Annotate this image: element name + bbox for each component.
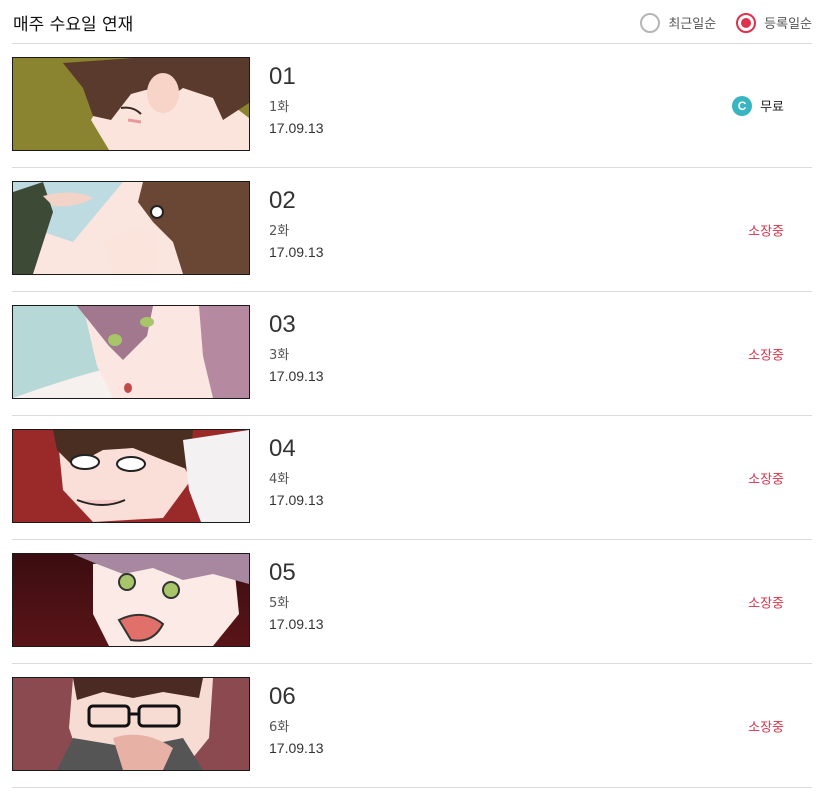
episode-thumbnail[interactable] bbox=[12, 305, 250, 399]
status-label: 소장중 bbox=[748, 720, 784, 735]
episode-title: 1화 bbox=[269, 100, 290, 115]
episode-status: 소장중 bbox=[748, 592, 784, 611]
episode-info: 04 4화 17.09.13 bbox=[269, 435, 324, 509]
coin-icon: C bbox=[732, 95, 753, 116]
episode-row[interactable]: 05 5화 17.09.13 소장중 bbox=[12, 540, 812, 664]
episode-number: 04 bbox=[269, 435, 296, 462]
episode-title: 3화 bbox=[269, 348, 290, 363]
sort-option-registered[interactable]: 등록일순 bbox=[736, 12, 812, 33]
episode-row[interactable]: 01 1화 17.09.13 C 무료 bbox=[12, 44, 812, 168]
episode-title: 5화 bbox=[269, 596, 290, 611]
episode-date: 17.09.13 bbox=[269, 120, 324, 136]
list-header: 매주 수요일 연재 최근일순 등록일순 bbox=[12, 0, 812, 44]
thumbnail-image bbox=[13, 306, 249, 398]
episode-number: 06 bbox=[269, 683, 296, 710]
status-label: 소장중 bbox=[748, 224, 784, 239]
episode-info: 01 1화 17.09.13 bbox=[269, 63, 324, 137]
episode-info: 02 2화 17.09.13 bbox=[269, 187, 324, 261]
episode-info: 05 5화 17.09.13 bbox=[269, 559, 324, 633]
episode-title: 4화 bbox=[269, 472, 290, 487]
episode-title: 6화 bbox=[269, 720, 290, 735]
thumbnail-image bbox=[13, 58, 249, 150]
episode-list: 01 1화 17.09.13 C 무료 02 2화 17.09.13 소장중 0… bbox=[12, 44, 812, 788]
episode-number: 02 bbox=[269, 187, 296, 214]
episode-date: 17.09.13 bbox=[269, 616, 324, 632]
sort-options: 최근일순 등록일순 bbox=[640, 11, 812, 33]
status-label: 소장중 bbox=[748, 472, 784, 487]
episode-status: C 무료 bbox=[732, 95, 784, 116]
status-label: 소장중 bbox=[748, 348, 784, 363]
episode-row[interactable]: 02 2화 17.09.13 소장중 bbox=[12, 168, 812, 292]
episode-number: 03 bbox=[269, 311, 296, 338]
episode-thumbnail[interactable] bbox=[12, 57, 250, 151]
episode-thumbnail[interactable] bbox=[12, 677, 250, 771]
episode-info: 06 6화 17.09.13 bbox=[269, 683, 324, 757]
episode-thumbnail[interactable] bbox=[12, 429, 250, 523]
thumbnail-image bbox=[13, 430, 249, 522]
episode-date: 17.09.13 bbox=[269, 244, 324, 260]
episode-date: 17.09.13 bbox=[269, 492, 324, 508]
radio-unselected-icon[interactable] bbox=[640, 12, 661, 33]
episode-thumbnail[interactable] bbox=[12, 553, 250, 647]
episode-date: 17.09.13 bbox=[269, 740, 324, 756]
status-label: 무료 bbox=[760, 100, 784, 115]
episode-page: 매주 수요일 연재 최근일순 등록일순 01 1화 17.09.13 C 무료 … bbox=[0, 0, 825, 795]
episode-thumbnail[interactable] bbox=[12, 181, 250, 275]
status-label: 소장중 bbox=[748, 596, 784, 611]
thumbnail-image bbox=[13, 554, 249, 646]
episode-date: 17.09.13 bbox=[269, 368, 324, 384]
episode-number: 01 bbox=[269, 63, 296, 90]
episode-title: 2화 bbox=[269, 224, 290, 239]
serial-schedule-title: 매주 수요일 연재 bbox=[13, 15, 134, 35]
episode-row[interactable]: 03 3화 17.09.13 소장중 bbox=[12, 292, 812, 416]
sort-option-recent[interactable]: 최근일순 bbox=[640, 12, 717, 33]
thumbnail-image bbox=[13, 182, 249, 274]
episode-status: 소장중 bbox=[748, 344, 784, 363]
sort-label-registered: 등록일순 bbox=[764, 17, 812, 32]
thumbnail-image bbox=[13, 678, 249, 770]
episode-status: 소장중 bbox=[748, 220, 784, 239]
episode-status: 소장중 bbox=[748, 468, 784, 487]
sort-label-recent: 최근일순 bbox=[668, 17, 717, 32]
episode-info: 03 3화 17.09.13 bbox=[269, 311, 324, 385]
episode-status: 소장중 bbox=[748, 716, 784, 735]
episode-row[interactable]: 04 4화 17.09.13 소장중 bbox=[12, 416, 812, 540]
episode-row[interactable]: 06 6화 17.09.13 소장중 bbox=[12, 664, 812, 788]
radio-selected-icon[interactable] bbox=[736, 12, 757, 33]
episode-number: 05 bbox=[269, 559, 296, 586]
